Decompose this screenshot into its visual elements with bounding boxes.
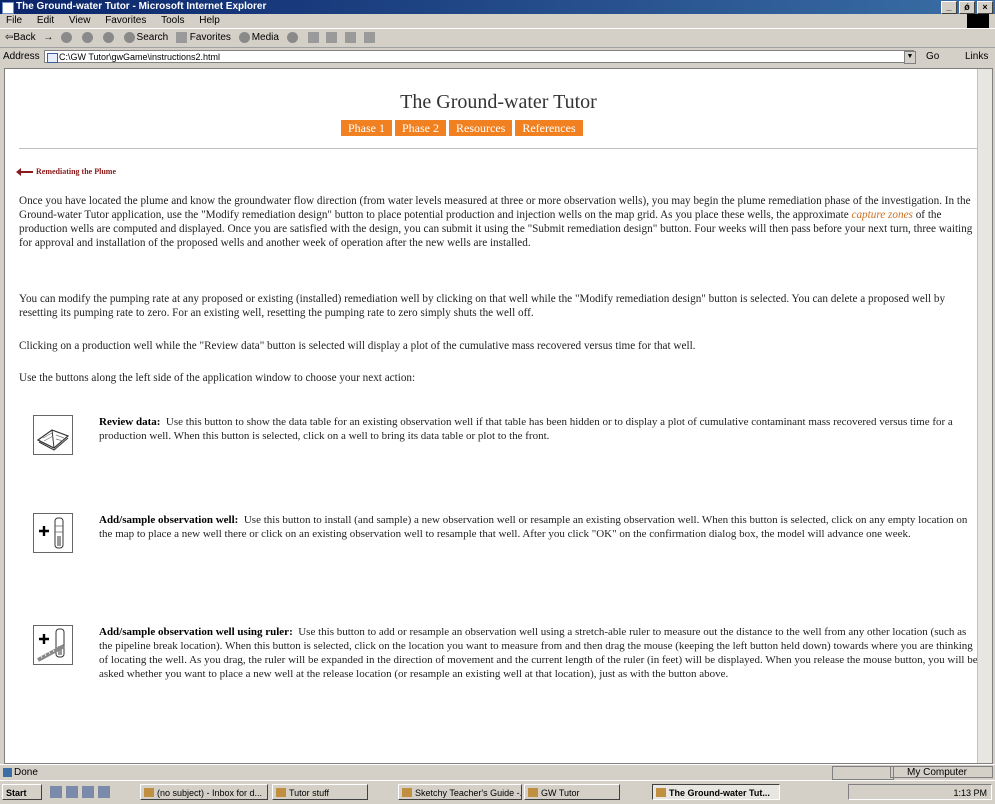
page-content: The Ground-water Tutor Phase 1 Phase 2 R…: [4, 68, 993, 764]
tab-references[interactable]: References: [515, 120, 583, 136]
go-button[interactable]: Go: [926, 48, 939, 66]
page-icon: [47, 53, 58, 63]
paragraph-4: Use the buttons along the left side of t…: [19, 372, 416, 384]
paragraph-3: Clicking on a production well while the …: [19, 340, 696, 352]
add-well-ruler-icon: [33, 625, 73, 665]
add-sample-well-ruler-description: Add/sample observation well using ruler:…: [99, 626, 978, 680]
review-data-book-icon: [33, 415, 73, 455]
paragraph-1: Once you have located the plume and know…: [19, 195, 973, 249]
back-button[interactable]: ⇦Back: [5, 29, 36, 47]
tab-phase-1[interactable]: Phase 1: [341, 120, 392, 136]
windows-logo-icon: [967, 14, 989, 28]
back-link[interactable]: Remediating the Plume: [16, 167, 116, 177]
taskbar: Start (no subject) - Inbox for d... Tuto…: [0, 780, 995, 804]
forward-button[interactable]: →: [43, 29, 53, 47]
desktop-icon[interactable]: [50, 786, 62, 798]
address-input[interactable]: C:\GW Tutor\gwGame\instructions2.html: [44, 50, 914, 63]
add-well-icon: [33, 513, 73, 553]
maximize-button[interactable]: ǿ: [959, 1, 975, 14]
window-title-bar[interactable]: The Ground-water Tutor - Microsoft Inter…: [0, 0, 995, 14]
minimize-button[interactable]: _: [941, 1, 957, 14]
document-icon: [402, 788, 412, 797]
search-button[interactable]: Search: [123, 29, 168, 47]
stop-icon[interactable]: [61, 29, 74, 47]
taskbar-item-active[interactable]: The Ground-water Tut...: [652, 784, 780, 800]
vertical-scrollbar[interactable]: [977, 69, 992, 763]
zone-indicator: My Computer: [890, 766, 993, 778]
history-icon[interactable]: [286, 29, 300, 47]
folder-icon: [528, 788, 538, 797]
mail-icon[interactable]: [307, 29, 319, 47]
standard-toolbar: ⇦Back → Search Favorites Media: [0, 29, 995, 48]
system-tray: 1:13 PM: [848, 784, 992, 800]
discuss-icon[interactable]: [363, 29, 375, 47]
status-text: Done: [14, 767, 38, 778]
address-bar: Address C:\GW Tutor\gwGame\instructions2…: [0, 48, 995, 66]
nav-tabs: Phase 1 Phase 2 Resources References: [341, 120, 586, 136]
links-button[interactable]: Links: [965, 48, 988, 66]
site-title: The Ground-water Tutor: [400, 91, 597, 113]
ie-app-icon: [2, 2, 14, 14]
favorites-icon: [176, 31, 187, 43]
address-dropdown-icon[interactable]: ▼: [904, 51, 916, 64]
ie-status-icon: [3, 768, 12, 777]
add-sample-well-description: Add/sample observation well: Use this bu…: [99, 514, 968, 540]
start-button[interactable]: Start: [2, 784, 42, 800]
menu-view[interactable]: View: [69, 15, 91, 26]
taskbar-item[interactable]: GW Tutor: [524, 784, 620, 800]
favorites-button[interactable]: Favorites: [176, 29, 231, 47]
menu-edit[interactable]: Edit: [37, 15, 54, 26]
mail-client-icon[interactable]: [82, 786, 94, 798]
browser-icon: [656, 788, 666, 797]
home-icon[interactable]: [102, 29, 116, 47]
taskbar-item[interactable]: Sketchy Teacher's Guide -...: [398, 784, 522, 800]
print-icon[interactable]: [326, 29, 338, 47]
review-data-description: Review data: Use this button to show the…: [99, 416, 953, 442]
menu-tools[interactable]: Tools: [161, 15, 184, 26]
folder-icon: [276, 788, 286, 797]
divider: [19, 148, 985, 149]
menu-file[interactable]: File: [6, 15, 22, 26]
menu-help[interactable]: Help: [199, 15, 220, 26]
quick-launch: [50, 786, 110, 798]
app-icon[interactable]: [98, 786, 110, 798]
taskbar-item[interactable]: (no subject) - Inbox for d...: [140, 784, 268, 800]
paragraph-2: You can modify the pumping rate at any p…: [19, 293, 946, 319]
address-label: Address: [3, 51, 40, 62]
browser-icon[interactable]: [66, 786, 78, 798]
media-button[interactable]: Media: [238, 29, 279, 47]
menu-favorites[interactable]: Favorites: [105, 15, 146, 26]
tab-resources[interactable]: Resources: [449, 120, 513, 136]
close-button[interactable]: ×: [977, 1, 993, 14]
window-title: The Ground-water Tutor - Microsoft Inter…: [16, 1, 267, 12]
media-icon: [238, 31, 250, 43]
status-cells: [832, 766, 894, 780]
mail-icon: [144, 788, 154, 797]
address-value: C:\GW Tutor\gwGame\instructions2.html: [59, 52, 221, 62]
status-bar: Done My Computer: [0, 764, 995, 780]
refresh-icon[interactable]: [81, 29, 95, 47]
tab-phase-2[interactable]: Phase 2: [395, 120, 446, 136]
back-arrow-icon: [16, 168, 33, 177]
capture-zones-link[interactable]: capture zones: [851, 209, 912, 221]
taskbar-item[interactable]: Tutor stuff: [272, 784, 368, 800]
clock: 1:13 PM: [953, 788, 987, 798]
edit-icon[interactable]: [345, 29, 357, 47]
search-icon: [123, 31, 135, 43]
menu-bar: File Edit View Favorites Tools Help: [0, 14, 995, 29]
